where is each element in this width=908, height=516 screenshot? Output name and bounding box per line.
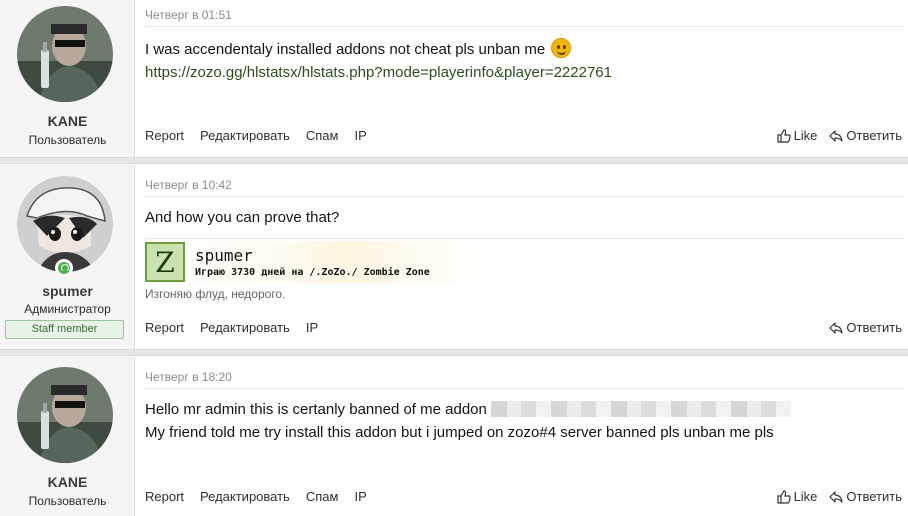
reply-icon: [829, 129, 844, 142]
post-user-info: KANE Пользователь: [0, 0, 135, 157]
post-user-info: KANE Пользователь: [0, 357, 135, 516]
post-3: KANE Пользователь Четверг в 18:20 Hello …: [0, 357, 908, 516]
date-divider: [145, 196, 904, 197]
user-title: Администратор: [24, 302, 111, 316]
username[interactable]: KANE: [0, 113, 135, 129]
signature-text: spumer Играю 3730 дней на /.ZoZo./ Zombi…: [195, 246, 430, 278]
ip-button[interactable]: IP: [306, 320, 318, 335]
message-text: My friend told me try install this addon…: [145, 424, 774, 441]
redacted-text: [491, 401, 792, 417]
post-actions-right: Ответить: [829, 320, 902, 335]
username[interactable]: KANE: [0, 474, 135, 490]
reply-icon: [829, 490, 844, 503]
ip-button[interactable]: IP: [354, 128, 366, 143]
signature-banner[interactable]: Z spumer Играю 3730 дней на /.ZoZo./ Zom…: [145, 241, 485, 283]
like-button[interactable]: Like: [776, 489, 818, 504]
avatar[interactable]: [17, 176, 113, 272]
signature-subtitle: Играю 3730 дней на /.ZoZo./ Zombie Zone: [195, 267, 430, 278]
signature-divider: [145, 238, 904, 239]
avatar[interactable]: [17, 6, 113, 102]
post-actions: Report Редактировать IP: [145, 320, 318, 335]
signature-note: Изгоняю флуд, недорого.: [145, 287, 286, 301]
signature-name: spumer: [195, 246, 253, 265]
post-content: Четверг в 18:20 Hello mr admin this is c…: [135, 357, 908, 516]
spam-button[interactable]: Спам: [306, 128, 339, 143]
user-title: Пользователь: [28, 133, 107, 147]
reply-label: Ответить: [846, 489, 902, 504]
post-content: Четверг в 01:51 I was accendentaly insta…: [135, 0, 908, 157]
reply-button[interactable]: Ответить: [829, 320, 902, 335]
post-user-info: spumer Администратор Staff member: [0, 165, 135, 349]
message-body: Hello mr admin this is certanly banned o…: [145, 398, 792, 444]
like-label: Like: [793, 128, 818, 143]
post-date[interactable]: Четверг в 01:51: [145, 8, 232, 22]
post-content: Четверг в 10:42 And how you can prove th…: [135, 165, 908, 349]
date-divider: [145, 26, 904, 27]
edit-button[interactable]: Редактировать: [200, 128, 290, 143]
message-text: I was accendentaly installed addons not …: [145, 41, 546, 58]
post-2: spumer Администратор Staff member Четвер…: [0, 165, 908, 349]
reply-label: Ответить: [846, 320, 902, 335]
edit-button[interactable]: Редактировать: [200, 320, 290, 335]
avatar[interactable]: [17, 367, 113, 463]
post-date[interactable]: Четверг в 18:20: [145, 370, 232, 384]
message-body: I was accendentaly installed addons not …: [145, 38, 612, 84]
reply-label: Ответить: [846, 128, 902, 143]
report-button[interactable]: Report: [145, 489, 184, 504]
report-button[interactable]: Report: [145, 320, 184, 335]
ip-button[interactable]: IP: [354, 489, 366, 504]
smile-emoji-icon: [551, 38, 572, 58]
thumbs-up-icon: [776, 489, 791, 504]
like-button[interactable]: Like: [776, 128, 818, 143]
spam-button[interactable]: Спам: [306, 489, 339, 504]
reply-button[interactable]: Ответить: [829, 489, 902, 504]
date-divider: [145, 388, 904, 389]
online-status-icon: [55, 259, 73, 277]
post-1: KANE Пользователь Четверг в 01:51 I was …: [0, 0, 908, 157]
post-actions: Report Редактировать Спам IP: [145, 489, 367, 504]
report-button[interactable]: Report: [145, 128, 184, 143]
thumbs-up-icon: [776, 128, 791, 143]
message-text: And how you can prove that?: [145, 209, 340, 226]
user-title: Пользователь: [28, 494, 107, 508]
like-label: Like: [793, 489, 818, 504]
post-date[interactable]: Четверг в 10:42: [145, 178, 232, 192]
post-actions-right: Like Ответить: [776, 489, 902, 504]
reply-icon: [829, 321, 844, 334]
message-body: And how you can prove that?: [145, 206, 339, 229]
post-separator: [0, 157, 908, 164]
post-separator: [0, 349, 908, 356]
post-actions-right: Like Ответить: [776, 128, 902, 143]
zombie-zone-logo-icon: Z: [145, 242, 185, 282]
message-text: Hello mr admin this is certanly banned o…: [145, 401, 487, 418]
post-actions: Report Редактировать Спам IP: [145, 128, 367, 143]
reply-button[interactable]: Ответить: [829, 128, 902, 143]
player-stats-link[interactable]: https://zozo.gg/hlstatsx/hlstats.php?mod…: [145, 64, 612, 81]
staff-badge: Staff member: [5, 320, 124, 339]
username[interactable]: spumer: [0, 283, 135, 299]
edit-button[interactable]: Редактировать: [200, 489, 290, 504]
